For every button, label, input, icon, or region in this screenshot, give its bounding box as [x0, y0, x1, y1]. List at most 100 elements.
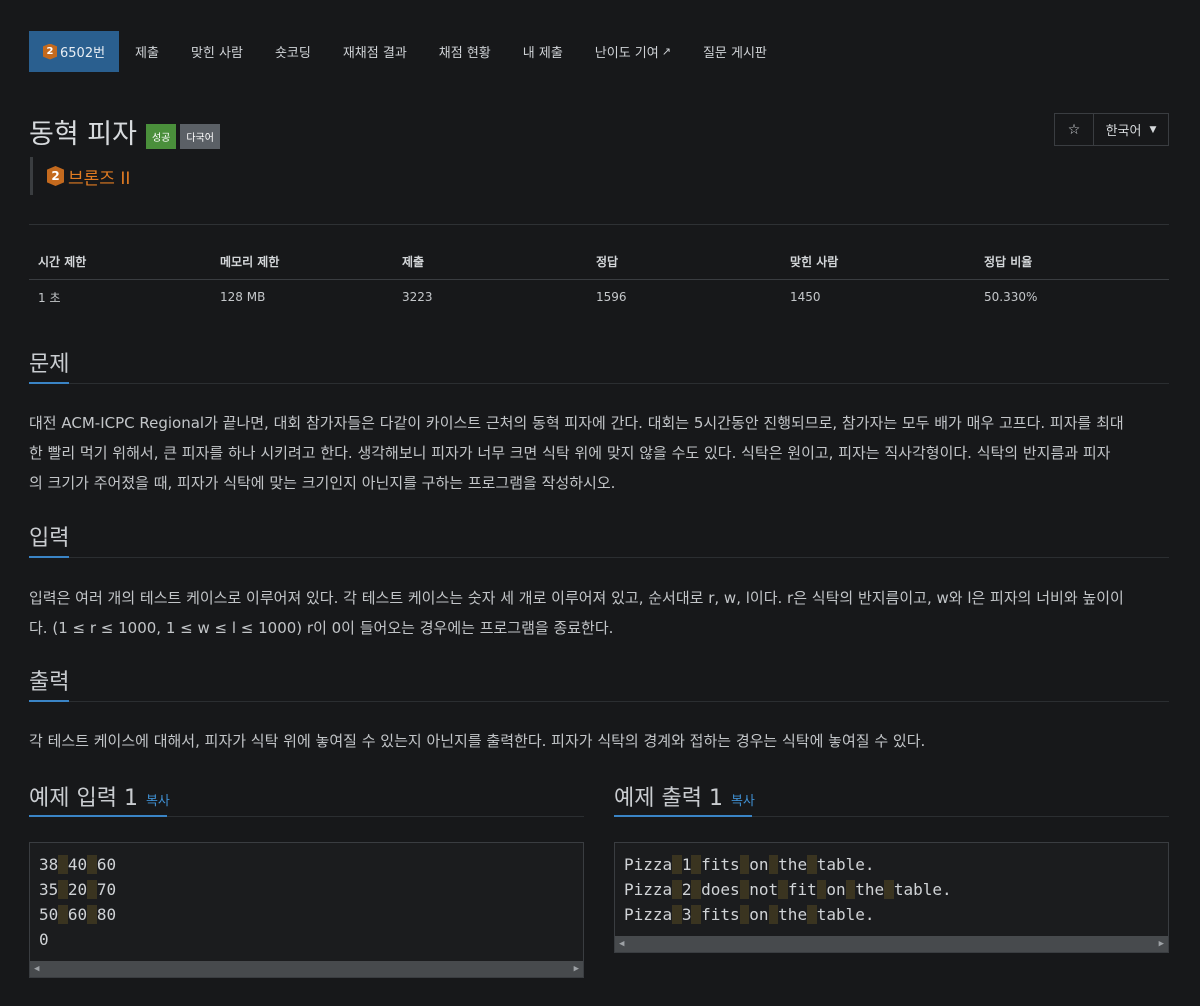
- tab-rejudge-results[interactable]: 재채점 결과: [327, 31, 423, 72]
- sample-input-heading: 예제 입력 1: [29, 786, 138, 811]
- sample-input-token: 50: [39, 905, 59, 924]
- tab-label: 6502번: [60, 46, 106, 61]
- accept-ratio-value: 50.330%: [984, 290, 1038, 305]
- whitespace-marker: [672, 880, 682, 899]
- tab-label: 질문 게시판: [702, 46, 767, 61]
- tab-judge-status[interactable]: 채점 현황: [423, 31, 507, 72]
- input-text-line: 입력은 여러 개의 테스트 케이스로 이루어져 있다. 각 테스트 케이스는 숫…: [29, 589, 1124, 607]
- section-divider: [29, 557, 1169, 558]
- problem-title: 동혁 피자: [29, 119, 137, 150]
- sample-output-box[interactable]: Pizza 1 fits on the table. Pizza 2 does n…: [614, 842, 1169, 953]
- sample-output-token: fit: [787, 880, 817, 899]
- tab-problem[interactable]: 2 6502번: [29, 31, 120, 72]
- sample-output-line: Pizza 3 fits on the table.: [624, 902, 1159, 927]
- header-accept-ratio: 정답 비율: [975, 244, 1169, 280]
- sample-output-token: on: [749, 905, 769, 924]
- whitespace-marker: [778, 880, 788, 899]
- scroll-left-icon[interactable]: ◀: [34, 964, 39, 974]
- whitespace-marker: [672, 855, 682, 874]
- tab-label: 숏코딩: [274, 46, 311, 61]
- solved-users-value: 1450: [790, 290, 821, 305]
- tab-submit[interactable]: 제출: [119, 31, 175, 72]
- section-underline: [29, 700, 69, 702]
- sample-output-token: the: [778, 855, 808, 874]
- table-row: 1 초 128 MB 3223 1596 1450 50.330%: [29, 279, 1169, 315]
- sample-output-code: Pizza 1 fits on the table. Pizza 2 does n…: [615, 843, 1168, 929]
- tab-question-board[interactable]: 질문 게시판: [687, 31, 783, 72]
- sample-output-token: on: [826, 880, 846, 899]
- section-underline: [614, 815, 752, 817]
- input-text-line: 다. (1 ≤ r ≤ 1000, 1 ≤ w ≤ l ≤ 1000) r이 0…: [29, 619, 614, 637]
- problem-description: 대전 ACM-ICPC Regional가 끝나면, 대회 참가자들은 다같이 …: [29, 408, 1171, 498]
- sample-input-token: 80: [96, 905, 117, 924]
- language-label: 한국어: [1105, 124, 1142, 139]
- sample-output-token: table.: [816, 905, 875, 924]
- problem-info-table: 시간 제한 메모리 제한 제출 정답 맞힌 사람 정답 비율 1 초 128 M…: [29, 244, 1169, 315]
- sample-output-token: does: [701, 880, 740, 899]
- problem-tabs: 2 6502번 제출 맞힌 사람 숏코딩 재채점 결과 채점 현황 내 제출 난…: [29, 31, 783, 72]
- scroll-left-icon[interactable]: ◀: [619, 939, 624, 949]
- sample-output-token: 1: [681, 855, 692, 874]
- sample-input-token: 35: [39, 880, 59, 899]
- divider: [29, 224, 1169, 225]
- header-submissions: 제출: [393, 244, 587, 280]
- tab-short-coding[interactable]: 숏코딩: [259, 31, 327, 72]
- section-underline: [29, 815, 167, 817]
- copy-sample-output-button[interactable]: 복사: [731, 794, 755, 809]
- sample-output-token: on: [749, 855, 769, 874]
- problem-text-line: 의 크기가 주어졌을 때, 피자가 식탁에 맞는 크기인지 아닌지를 구하는 프…: [29, 474, 616, 492]
- table-header-row: 시간 제한 메모리 제한 제출 정답 맞힌 사람 정답 비율: [29, 244, 1169, 280]
- accepted-value: 1596: [596, 290, 627, 305]
- tab-solved-users[interactable]: 맞힌 사람: [175, 31, 259, 72]
- bronze-tier-icon: 2: [47, 166, 64, 186]
- whitespace-marker: [768, 905, 779, 924]
- sample-output-token: the: [855, 880, 885, 899]
- sample-output-heading: 예제 출력 1: [614, 786, 723, 811]
- whitespace-marker: [691, 880, 702, 899]
- tier-label[interactable]: 브론즈 II: [68, 164, 130, 189]
- sample-output-token: 2: [681, 880, 692, 899]
- section-divider: [29, 701, 1169, 702]
- language-dropdown[interactable]: 한국어 ▼: [1094, 114, 1168, 145]
- sample-input-token: 60: [67, 905, 88, 924]
- header-memory-limit: 메모리 제한: [211, 244, 393, 280]
- header-time-limit: 시간 제한: [29, 244, 211, 280]
- sample-input-token: 40: [67, 855, 88, 874]
- caret-down-icon: ▼: [1149, 124, 1157, 135]
- output-description: 각 테스트 케이스에 대해서, 피자가 식탁 위에 놓여질 수 있는지 아닌지를…: [29, 726, 1171, 756]
- tab-label: 맞힌 사람: [190, 46, 243, 61]
- time-limit-value: 1 초: [38, 290, 61, 305]
- sample-output-token: Pizza: [624, 880, 673, 899]
- whitespace-marker: [739, 880, 750, 899]
- tab-my-submissions[interactable]: 내 제출: [507, 31, 579, 72]
- whitespace-marker: [87, 905, 97, 924]
- sample-output-line: Pizza 2 does not fit on the table.: [624, 877, 1159, 902]
- star-icon: ☆: [1067, 121, 1081, 138]
- horizontal-scrollbar[interactable]: ◀ ▶: [30, 961, 583, 977]
- copy-sample-input-button[interactable]: 복사: [146, 794, 170, 809]
- problem-tier: 2 브론즈 II: [30, 157, 130, 195]
- whitespace-marker: [58, 880, 68, 899]
- section-divider: [29, 383, 1169, 384]
- sample-input-token: 70: [96, 880, 117, 899]
- whitespace-marker: [807, 905, 817, 924]
- bronze-tier-icon: 2: [43, 43, 57, 60]
- sample-output-token: Pizza: [624, 905, 673, 924]
- sample-input-box[interactable]: 38 40 60 35 20 70 50 60 80 0 ◀ ▶: [29, 842, 584, 978]
- sample-input-line: 50 60 80: [39, 902, 574, 927]
- whitespace-marker: [672, 905, 682, 924]
- sample-input-token: 20: [67, 880, 88, 899]
- whitespace-marker: [845, 880, 856, 899]
- scroll-right-icon[interactable]: ▶: [574, 964, 579, 974]
- sample-output-token: the: [778, 905, 808, 924]
- horizontal-scrollbar[interactable]: ◀ ▶: [615, 936, 1168, 952]
- whitespace-marker: [739, 905, 750, 924]
- sample-input-code: 38 40 60 35 20 70 50 60 80 0: [30, 843, 583, 954]
- scroll-right-icon[interactable]: ▶: [1159, 939, 1164, 949]
- language-badge: 다국어: [180, 124, 220, 149]
- star-button[interactable]: ☆: [1055, 114, 1094, 145]
- sample-input-token: 60: [96, 855, 117, 874]
- tab-difficulty-contribution[interactable]: 난이도 기여 ↗: [579, 31, 687, 72]
- whitespace-marker: [87, 880, 97, 899]
- sample-input-token: 0: [39, 930, 49, 949]
